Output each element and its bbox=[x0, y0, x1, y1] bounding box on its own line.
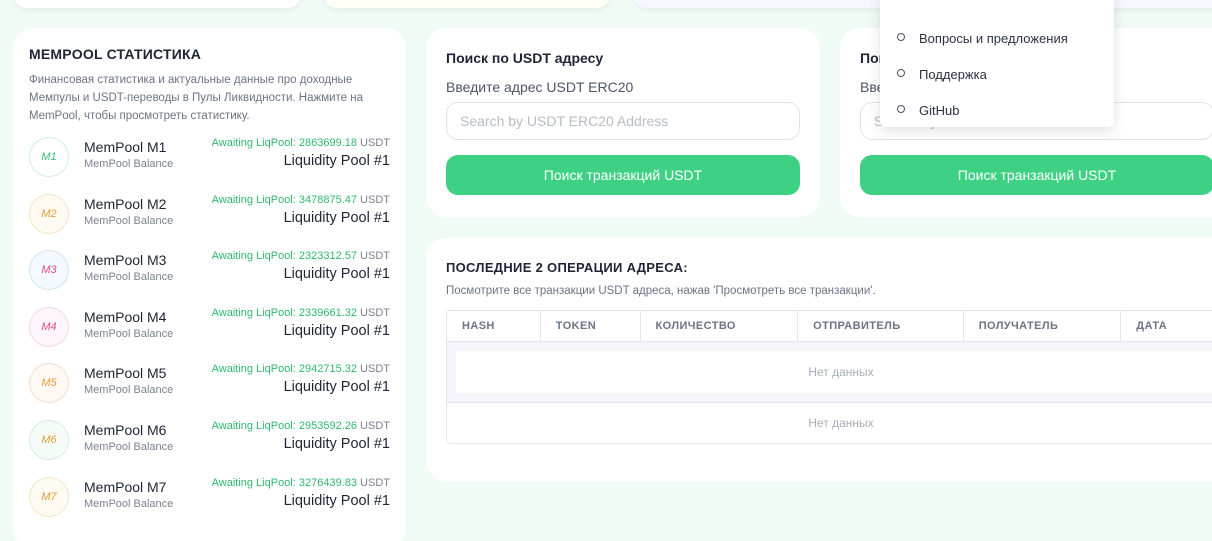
awaiting-unit: USDT bbox=[360, 193, 390, 206]
circle-bullet-icon bbox=[897, 33, 905, 41]
awaiting-unit: USDT bbox=[360, 476, 390, 489]
awaiting-value: Awaiting LiqPool: 3276439.83 bbox=[211, 476, 357, 489]
mempool-item[interactable]: M2 MemPool M2 MemPool Balance Awaiting L… bbox=[29, 193, 390, 251]
mempool-item[interactable]: M5 MemPool M5 MemPool Balance Awaiting L… bbox=[29, 363, 390, 420]
mempool-stats-card: MEMPOOL СТАТИСТИКА Финансовая статистика… bbox=[13, 28, 406, 541]
column-recipient[interactable]: ПОЛУЧАТЕЛЬ bbox=[964, 311, 1122, 341]
mempool-sub: MemPool Balance bbox=[84, 497, 174, 510]
erc20-input-label: Введите адрес USDT ERC20 bbox=[446, 79, 634, 95]
mempool-pool: Liquidity Pool #1 bbox=[283, 153, 390, 169]
operations-title: ПОСЛЕДНИЕ 2 ОПЕРАЦИИ АДРЕСА: bbox=[446, 260, 688, 275]
mempool-item[interactable]: M3 MemPool M3 MemPool Balance Awaiting L… bbox=[29, 250, 390, 307]
erc20-search-button[interactable]: Поиск транзакций USDT bbox=[446, 155, 800, 195]
awaiting-unit: USDT bbox=[360, 419, 390, 432]
mempool-name: MemPool M5 bbox=[84, 365, 167, 382]
mempool-sub: MemPool Balance bbox=[84, 158, 174, 170]
awaiting-unit: USDT bbox=[360, 363, 390, 376]
table-header: HASH TOKEN КОЛИЧЕСТВО ОТПРАВИТЕЛЬ ПОЛУЧА… bbox=[447, 311, 1212, 342]
mempool-awaiting: Awaiting LiqPool: 2323312.57 USDT bbox=[212, 250, 390, 262]
mempool-pool: Liquidity Pool #1 bbox=[283, 435, 390, 452]
circle-bullet-icon bbox=[897, 105, 905, 113]
mempool-sub: MemPool Balance bbox=[84, 271, 174, 284]
mempool-name: MemPool M2 bbox=[84, 195, 167, 212]
mempool-badge: M4 bbox=[29, 306, 69, 347]
awaiting-value: Awaiting LiqPool: 3478875.47 bbox=[211, 193, 357, 206]
mempool-item[interactable]: M1 MemPool M1 MemPool Balance Awaiting L… bbox=[29, 137, 390, 194]
mempool-pool: Liquidity Pool #1 bbox=[283, 266, 390, 283]
mempool-awaiting: Awaiting LiqPool: 2942715.32 USDT bbox=[212, 363, 390, 375]
awaiting-unit: USDT bbox=[360, 250, 390, 263]
mempool-sub: MemPool Balance bbox=[84, 440, 174, 453]
dropdown-item-support[interactable]: Поддержка bbox=[880, 56, 1114, 92]
awaiting-value: Awaiting LiqPool: 2953592.26 bbox=[211, 419, 357, 432]
awaiting-unit: USDT bbox=[360, 137, 390, 149]
mempool-pool: Liquidity Pool #1 bbox=[283, 492, 390, 509]
mempool-sub: MemPool Balance bbox=[84, 214, 174, 227]
column-token[interactable]: TOKEN bbox=[541, 311, 641, 341]
no-data-text: Нет данных bbox=[456, 351, 1212, 393]
column-amount[interactable]: КОЛИЧЕСТВО bbox=[641, 311, 799, 341]
mempool-badge: M5 bbox=[29, 363, 69, 404]
awaiting-value: Awaiting LiqPool: 2863699.18 bbox=[211, 137, 357, 149]
mempool-name: MemPool M4 bbox=[84, 308, 167, 325]
awaiting-unit: USDT bbox=[360, 306, 390, 319]
erc20-search-title: Поиск по USDT адресу bbox=[446, 50, 604, 66]
mempool-sub: MemPool Balance bbox=[84, 384, 174, 397]
top-card-1 bbox=[13, 0, 301, 8]
mempool-description: Финансовая статистика и актуальные данны… bbox=[29, 74, 363, 122]
mempool-awaiting: Awaiting LiqPool: 3276439.83 USDT bbox=[212, 477, 390, 489]
no-data-text-secondary: Нет данных bbox=[808, 416, 874, 430]
mempool-title: MEMPOOL СТАТИСТИКА bbox=[29, 46, 202, 62]
mempool-name: MemPool M1 bbox=[84, 139, 167, 155]
mempool-awaiting: Awaiting LiqPool: 2339661.32 USDT bbox=[212, 307, 390, 319]
mempool-sub: MemPool Balance bbox=[84, 327, 174, 340]
mempool-awaiting: Awaiting LiqPool: 2953592.26 USDT bbox=[212, 420, 390, 432]
mempool-name: MemPool M6 bbox=[84, 421, 167, 438]
circle-bullet-icon bbox=[897, 69, 905, 77]
mempool-awaiting: Awaiting LiqPool: 2863699.18 USDT bbox=[212, 137, 390, 149]
mempool-item[interactable]: M4 MemPool M4 MemPool Balance Awaiting L… bbox=[29, 306, 390, 364]
mempool-awaiting: Awaiting LiqPool: 3478875.47 USDT bbox=[212, 194, 390, 206]
mempool-badge: M1 bbox=[29, 137, 69, 177]
dropdown-item-github[interactable]: GitHub bbox=[880, 92, 1114, 128]
mempool-name: MemPool M3 bbox=[84, 252, 167, 269]
operations-table: HASH TOKEN КОЛИЧЕСТВО ОТПРАВИТЕЛЬ ПОЛУЧА… bbox=[446, 310, 1212, 444]
top-card-2 bbox=[323, 0, 611, 8]
dropdown-item-label: GitHub bbox=[919, 102, 960, 118]
trc20-search-button[interactable]: Поиск транзакций USDT bbox=[860, 155, 1212, 195]
awaiting-value: Awaiting LiqPool: 2323312.57 bbox=[211, 250, 357, 263]
awaiting-value: Awaiting LiqPool: 2339661.32 bbox=[211, 306, 357, 319]
column-date[interactable]: ДАТА bbox=[1121, 311, 1212, 341]
mempool-pool: Liquidity Pool #1 bbox=[283, 379, 390, 396]
help-dropdown-menu: Вопросы и предложения Поддержка GitHub bbox=[880, 0, 1114, 127]
mempool-pool: Liquidity Pool #1 bbox=[283, 322, 390, 339]
dropdown-item-label: Поддержка bbox=[919, 66, 987, 82]
dropdown-item-label: Вопросы и предложения bbox=[919, 30, 1068, 46]
mempool-list: M1 MemPool M1 MemPool Balance Awaiting L… bbox=[29, 137, 390, 533]
dropdown-item-feedback[interactable]: Вопросы и предложения bbox=[880, 20, 1114, 56]
mempool-badge: M2 bbox=[29, 193, 69, 234]
erc20-address-input[interactable] bbox=[446, 102, 800, 140]
mempool-name: MemPool M7 bbox=[84, 478, 167, 495]
column-sender[interactable]: ОТПРАВИТЕЛЬ bbox=[798, 311, 964, 341]
mempool-badge: M7 bbox=[29, 476, 69, 517]
operations-description: Посмотрите все транзакции USDT адреса, н… bbox=[446, 285, 876, 297]
latest-operations-card: ПОСЛЕДНИЕ 2 ОПЕРАЦИИ АДРЕСА: Посмотрите … bbox=[426, 238, 1212, 481]
mempool-pool: Liquidity Pool #1 bbox=[283, 209, 390, 226]
mempool-item[interactable]: M7 MemPool M7 MemPool Balance Awaiting L… bbox=[29, 476, 390, 534]
mempool-item[interactable]: M6 MemPool M6 MemPool Balance Awaiting L… bbox=[29, 419, 390, 477]
erc20-search-card: Поиск по USDT адресу Введите адрес USDT … bbox=[426, 28, 820, 217]
mempool-badge: M6 bbox=[29, 419, 69, 460]
mempool-badge: M3 bbox=[29, 250, 69, 291]
column-hash[interactable]: HASH bbox=[447, 311, 541, 341]
awaiting-value: Awaiting LiqPool: 2942715.32 bbox=[211, 363, 357, 376]
table-empty-row: Нет данных bbox=[447, 342, 1212, 403]
